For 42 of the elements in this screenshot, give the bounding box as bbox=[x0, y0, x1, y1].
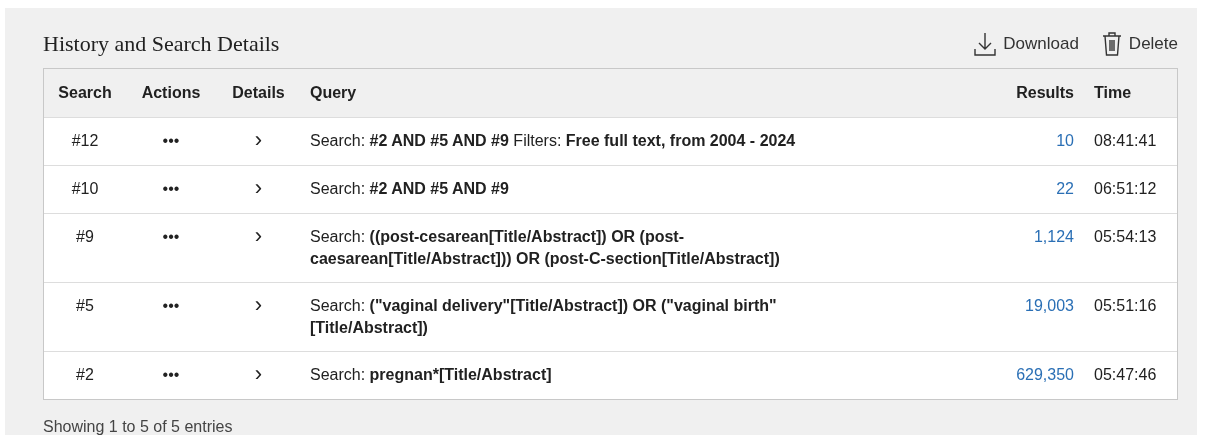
more-actions-button[interactable]: ••• bbox=[162, 178, 180, 200]
entries-count: Showing 1 to 5 of 5 entries bbox=[43, 418, 234, 435]
column-header: Query bbox=[309, 83, 358, 103]
table-cell-text: 06:51:12 bbox=[1093, 179, 1158, 199]
more-actions-button[interactable]: ••• bbox=[162, 295, 180, 317]
column-header: Time bbox=[1093, 83, 1133, 103]
results-link[interactable]: 19,003 bbox=[1025, 297, 1074, 314]
expand-button[interactable]: › bbox=[254, 130, 263, 150]
table-cell-text: 08:41:41 bbox=[1093, 131, 1158, 151]
download-button[interactable]: Download bbox=[973, 31, 1079, 57]
expand-button[interactable]: › bbox=[254, 178, 263, 198]
more-actions-button[interactable]: ••• bbox=[162, 364, 180, 386]
table-cell-text: #2 bbox=[75, 365, 95, 385]
query-text: Search: pregnan*[Title/Abstract] bbox=[310, 366, 552, 383]
results-link[interactable]: 629,350 bbox=[1016, 366, 1074, 383]
trash-icon bbox=[1100, 31, 1123, 57]
download-icon bbox=[973, 31, 998, 57]
query-text: Search: ((post-cesarean[Title/Abstract]) OR (post-caesarean[Title/Abstract])) OR (post-C-section[Title/Abstract]) bbox=[310, 228, 780, 267]
expand-button[interactable]: › bbox=[254, 295, 263, 315]
expand-button[interactable]: › bbox=[254, 364, 263, 384]
column-header: Results bbox=[1015, 83, 1074, 103]
query-text: Search: ("vaginal delivery"[Title/Abstract]) OR ("vaginal birth" [Title/Abstract]) bbox=[310, 297, 777, 336]
section-title: History and Search Details bbox=[43, 31, 280, 57]
table-cell-text: #5 bbox=[75, 296, 95, 316]
more-actions-button[interactable]: ••• bbox=[162, 130, 180, 152]
more-actions-button[interactable]: ••• bbox=[162, 226, 180, 248]
column-header: Search bbox=[57, 83, 113, 103]
table-cell-text: #10 bbox=[70, 179, 100, 199]
results-link[interactable]: 10 bbox=[1056, 132, 1074, 149]
table-cell-text: #12 bbox=[70, 131, 100, 151]
expand-button[interactable]: › bbox=[254, 226, 263, 246]
table-cell-text: #9 bbox=[75, 227, 95, 247]
column-header: Actions bbox=[140, 83, 202, 103]
query-text: Search: #2 AND #5 AND #9 bbox=[310, 180, 509, 197]
results-link[interactable]: 22 bbox=[1056, 180, 1074, 197]
query-text: Search: #2 AND #5 AND #9 Filters: Free full text, from 2004 - 2024 bbox=[310, 132, 796, 149]
table-cell-text: 05:47:46 bbox=[1093, 365, 1158, 385]
table-cell-text: 05:51:16 bbox=[1093, 296, 1158, 316]
results-link[interactable]: 1,124 bbox=[1033, 228, 1074, 245]
delete-button[interactable]: Delete bbox=[1100, 31, 1178, 57]
column-header: Details bbox=[231, 83, 286, 103]
table-cell-text: 05:54:13 bbox=[1093, 227, 1158, 247]
